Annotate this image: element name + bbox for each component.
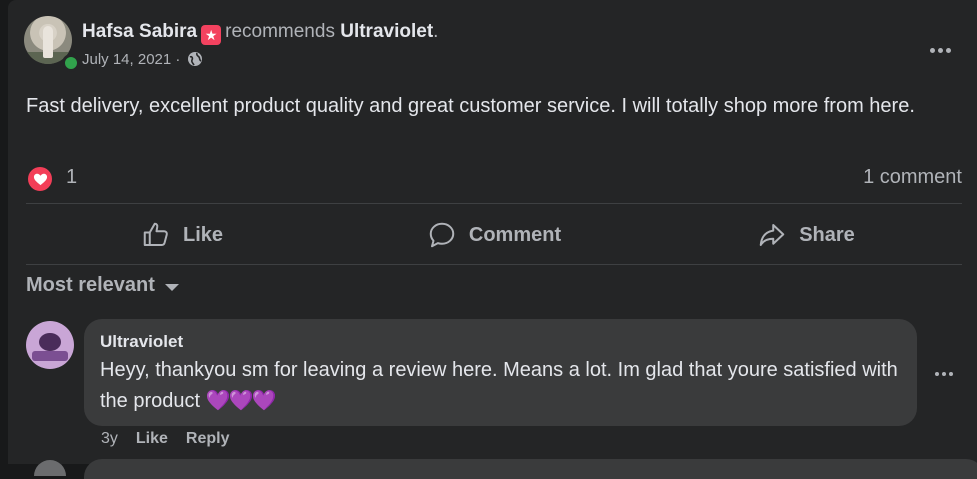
like-button[interactable]: Like — [26, 206, 338, 264]
recommend-star-icon: ★ — [201, 25, 222, 45]
caret-down-icon — [164, 283, 179, 291]
share-arrow-icon — [759, 224, 785, 246]
more-dots-icon — [935, 372, 953, 376]
like-label: Like — [182, 223, 224, 246]
love-icon[interactable] — [26, 165, 54, 193]
comment-text-block: Heyy, thankyou sm for leaving a review h… — [100, 355, 901, 417]
thumbs-up-icon — [143, 222, 168, 246]
reaction-count[interactable]: 1 — [66, 166, 77, 189]
globe-icon — [187, 51, 203, 67]
next-comment-bubble-partial — [84, 459, 977, 479]
comment-meta: 3y Like Reply — [101, 430, 230, 448]
divider-bottom — [26, 264, 962, 265]
headline-period: . — [433, 21, 439, 42]
comment-sort-dropdown[interactable]: Most relevant — [26, 274, 179, 297]
comment-bubble: Ultraviolet Heyy, thankyou sm for leavin… — [84, 319, 917, 426]
comment-more-options-button[interactable] — [926, 356, 962, 392]
commenter-avatar[interactable] — [26, 321, 74, 369]
comment-author[interactable]: Ultraviolet — [100, 331, 901, 353]
purple-heart-emoji: 💜💜💜 — [205, 390, 277, 412]
comment-label: Comment — [468, 223, 562, 246]
share-button[interactable]: Share — [650, 206, 962, 264]
avatar-band — [32, 351, 68, 361]
avatar-figure — [43, 26, 53, 58]
comment-count-link[interactable]: 1 comment — [863, 166, 962, 189]
share-label: Share — [799, 223, 855, 246]
post-meta: July 14, 2021 · — [82, 50, 203, 70]
author-name[interactable]: Hafsa Sabira — [82, 21, 197, 42]
post-more-options-button[interactable] — [922, 32, 958, 68]
post-actions: Like Comment Share — [26, 206, 962, 264]
avatar-face — [39, 333, 61, 351]
sort-label: Most relevant — [26, 274, 155, 296]
post-body-text: Fast delivery, excellent product quality… — [26, 95, 915, 117]
speech-bubble-icon — [429, 222, 455, 248]
post-date[interactable]: July 14, 2021 · — [82, 51, 180, 68]
page-name-link[interactable]: Ultraviolet — [340, 21, 433, 42]
more-dots-icon — [929, 47, 951, 53]
post-headline: Hafsa Sabira ★ recommends Ultraviolet. — [82, 20, 438, 45]
comment-button[interactable]: Comment — [338, 206, 650, 264]
post-card: Hafsa Sabira ★ recommends Ultraviolet. Jul… — [8, 0, 977, 479]
post-header: Hafsa Sabira ★ recommends Ultraviolet. Jul… — [24, 16, 964, 76]
next-commenter-avatar-partial — [34, 460, 66, 476]
comment-reply-button[interactable]: Reply — [186, 430, 230, 448]
reactions-bar: 1 1 comment — [26, 165, 962, 193]
divider-top — [26, 203, 962, 204]
comment-like-button[interactable]: Like — [136, 430, 168, 448]
comment-age[interactable]: 3y — [101, 430, 118, 448]
recommend-text: recommends — [225, 21, 335, 42]
online-status-indicator — [62, 54, 80, 72]
